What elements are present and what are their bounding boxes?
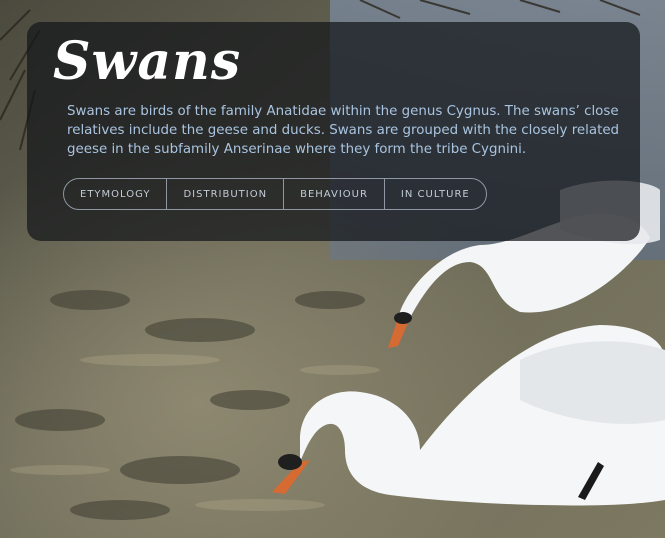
tab-etymology[interactable]: ETYMOLOGY (64, 179, 166, 209)
hero-description: Swans are birds of the family Anatidae w… (67, 104, 620, 157)
tab-in-culture[interactable]: IN CULTURE (383, 179, 486, 209)
tab-behaviour[interactable]: BEHAVIOUR (283, 179, 384, 209)
hero-card: Swans Swans are birds of the family Anat… (27, 22, 640, 241)
section-tabs: ETYMOLOGY DISTRIBUTION BEHAVIOUR IN CULT… (63, 178, 487, 210)
tab-distribution[interactable]: DISTRIBUTION (166, 179, 283, 209)
page-title: Swans (53, 31, 242, 92)
